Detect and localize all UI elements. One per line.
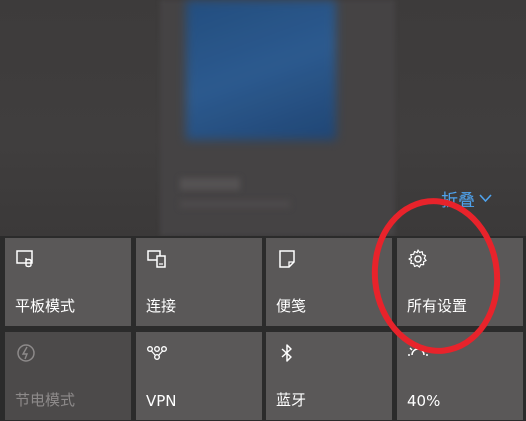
tile-label: 蓝牙 (276, 391, 307, 409)
tile-label: 所有设置 (407, 297, 468, 315)
tile-label: 40% (407, 392, 441, 410)
blurred-notification-image (186, 0, 336, 140)
tile-bluetooth[interactable]: 蓝牙 (266, 332, 392, 420)
tile-label: 节电模式 (15, 391, 76, 409)
bluetooth-icon (276, 342, 298, 364)
collapse-label: 折叠 (441, 191, 475, 211)
tile-brightness[interactable]: 40% (397, 332, 523, 420)
gear-icon (407, 248, 429, 270)
tablet-mode-icon (15, 248, 37, 270)
battery-saver-icon (15, 342, 37, 364)
tile-label: 平板模式 (15, 297, 76, 315)
tile-all-settings[interactable]: 所有设置 (397, 238, 523, 326)
tile-label: 连接 (146, 297, 177, 315)
vpn-icon (146, 342, 168, 364)
chevron-down-icon (479, 191, 492, 207)
tile-connect[interactable]: 连接 (136, 238, 262, 326)
quick-actions-panel: 平板模式 连接 便笺 所有设置 节电模式 VPN 蓝牙 40% (0, 236, 526, 421)
brightness-icon (407, 342, 429, 364)
tile-label: 便笺 (276, 297, 307, 315)
connect-icon (146, 248, 168, 270)
tile-vpn[interactable]: VPN (136, 332, 262, 420)
tile-battery-saver[interactable]: 节电模式 (5, 332, 131, 420)
tile-tablet-mode[interactable]: 平板模式 (5, 238, 131, 326)
note-icon (276, 248, 298, 270)
tile-label: VPN (146, 392, 177, 410)
collapse-button[interactable]: 折叠 (441, 186, 492, 211)
blurred-notification-text (180, 200, 290, 208)
tile-note[interactable]: 便笺 (266, 238, 392, 326)
blurred-notification-text (180, 178, 240, 190)
